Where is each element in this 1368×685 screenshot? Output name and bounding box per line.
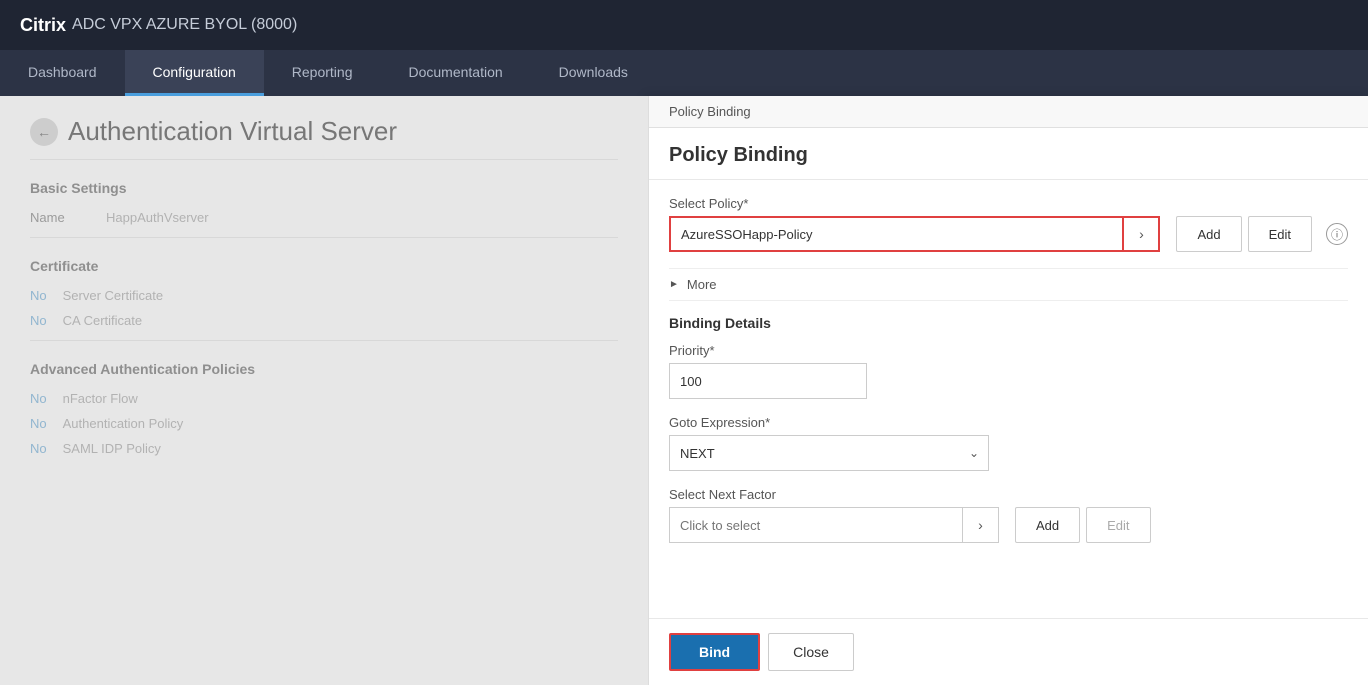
- name-value: HappAuthVserver: [106, 210, 209, 225]
- tab-reporting[interactable]: Reporting: [264, 50, 381, 96]
- nav-tabs: Dashboard Configuration Reporting Docume…: [0, 50, 1368, 96]
- tab-downloads[interactable]: Downloads: [531, 50, 656, 96]
- goto-expr-group: Goto Expression* NEXT END USE_INVOCATION…: [669, 415, 1348, 471]
- goto-expr-select[interactable]: NEXT END USE_INVOCATION_RESULT: [669, 435, 989, 471]
- product-name: ADC VPX AZURE BYOL (8000): [72, 16, 297, 34]
- dialog-title: Policy Binding: [669, 144, 1348, 167]
- advanced-auth-title: Advanced Authentication Policies: [30, 361, 618, 377]
- bind-button[interactable]: Bind: [669, 633, 760, 671]
- server-cert-text: Server Certificate: [63, 288, 163, 303]
- main-area: ← Authentication Virtual Server Basic Se…: [0, 96, 1368, 685]
- priority-group: Priority*: [669, 343, 1348, 399]
- info-icon[interactable]: ⓘ: [1326, 223, 1348, 245]
- server-cert-row: No Server Certificate: [30, 288, 618, 303]
- dialog-footer: Bind Close: [649, 618, 1368, 685]
- next-factor-input[interactable]: [669, 507, 963, 543]
- next-factor-btn-group: Add Edit: [1015, 507, 1151, 543]
- select-policy-group: Select Policy* › Add Edit ⓘ: [669, 196, 1348, 252]
- back-button[interactable]: ←: [30, 118, 58, 146]
- name-label: Name: [30, 210, 90, 225]
- dialog-body: Select Policy* › Add Edit ⓘ ► More: [649, 180, 1368, 618]
- more-section[interactable]: ► More: [669, 268, 1348, 301]
- add-next-factor-button[interactable]: Add: [1015, 507, 1080, 543]
- binding-details-title: Binding Details: [669, 315, 1348, 331]
- ca-cert-no: No: [30, 313, 47, 328]
- next-factor-input-row: ›: [669, 507, 999, 543]
- page-title: Authentication Virtual Server: [68, 116, 397, 147]
- saml-row: No SAML IDP Policy: [30, 441, 618, 456]
- saml-no: No: [30, 441, 47, 456]
- left-panel: ← Authentication Virtual Server Basic Se…: [0, 96, 648, 685]
- server-cert-no: No: [30, 288, 47, 303]
- select-policy-arrow-btn[interactable]: ›: [1124, 216, 1160, 252]
- ca-cert-text: CA Certificate: [63, 313, 142, 328]
- name-field-row: Name HappAuthVserver: [30, 210, 618, 225]
- dialog-title-section: Policy Binding: [649, 128, 1368, 180]
- back-section: ← Authentication Virtual Server: [30, 116, 618, 147]
- policy-binding-dialog: Policy Binding Policy Binding Select Pol…: [648, 96, 1368, 685]
- auth-policy-no: No: [30, 416, 47, 431]
- brand: Citrix ADC VPX AZURE BYOL (8000): [20, 15, 297, 36]
- close-button[interactable]: Close: [768, 633, 854, 671]
- nfactor-no: No: [30, 391, 47, 406]
- select-policy-btn-group: Add Edit: [1176, 216, 1312, 252]
- goto-expr-label: Goto Expression*: [669, 415, 1348, 430]
- next-factor-group: Select Next Factor › Add Edit: [669, 487, 1348, 543]
- auth-policy-row: No Authentication Policy: [30, 416, 618, 431]
- auth-policy-text: Authentication Policy: [63, 416, 184, 431]
- add-policy-button[interactable]: Add: [1176, 216, 1241, 252]
- tab-configuration[interactable]: Configuration: [125, 50, 264, 96]
- certificate-title: Certificate: [30, 258, 618, 274]
- app-header: Citrix ADC VPX AZURE BYOL (8000): [0, 0, 1368, 50]
- select-policy-input-row: ›: [669, 216, 1160, 252]
- more-arrow-icon: ►: [669, 279, 679, 290]
- select-policy-label: Select Policy*: [669, 196, 1348, 211]
- select-policy-input[interactable]: [669, 216, 1124, 252]
- nfactor-text: nFactor Flow: [63, 391, 138, 406]
- tab-dashboard[interactable]: Dashboard: [0, 50, 125, 96]
- ca-cert-row: No CA Certificate: [30, 313, 618, 328]
- next-factor-arrow-btn[interactable]: ›: [963, 507, 999, 543]
- basic-settings-title: Basic Settings: [30, 180, 618, 196]
- nfactor-row: No nFactor Flow: [30, 391, 618, 406]
- brand-citrix: Citrix: [20, 15, 66, 36]
- saml-text: SAML IDP Policy: [63, 441, 161, 456]
- priority-input[interactable]: [669, 363, 867, 399]
- edit-policy-button[interactable]: Edit: [1248, 216, 1312, 252]
- more-label: More: [687, 277, 717, 292]
- priority-label: Priority*: [669, 343, 1348, 358]
- dialog-breadcrumb: Policy Binding: [649, 96, 1368, 128]
- tab-documentation[interactable]: Documentation: [380, 50, 530, 96]
- next-factor-label: Select Next Factor: [669, 487, 1348, 502]
- edit-next-factor-button[interactable]: Edit: [1086, 507, 1150, 543]
